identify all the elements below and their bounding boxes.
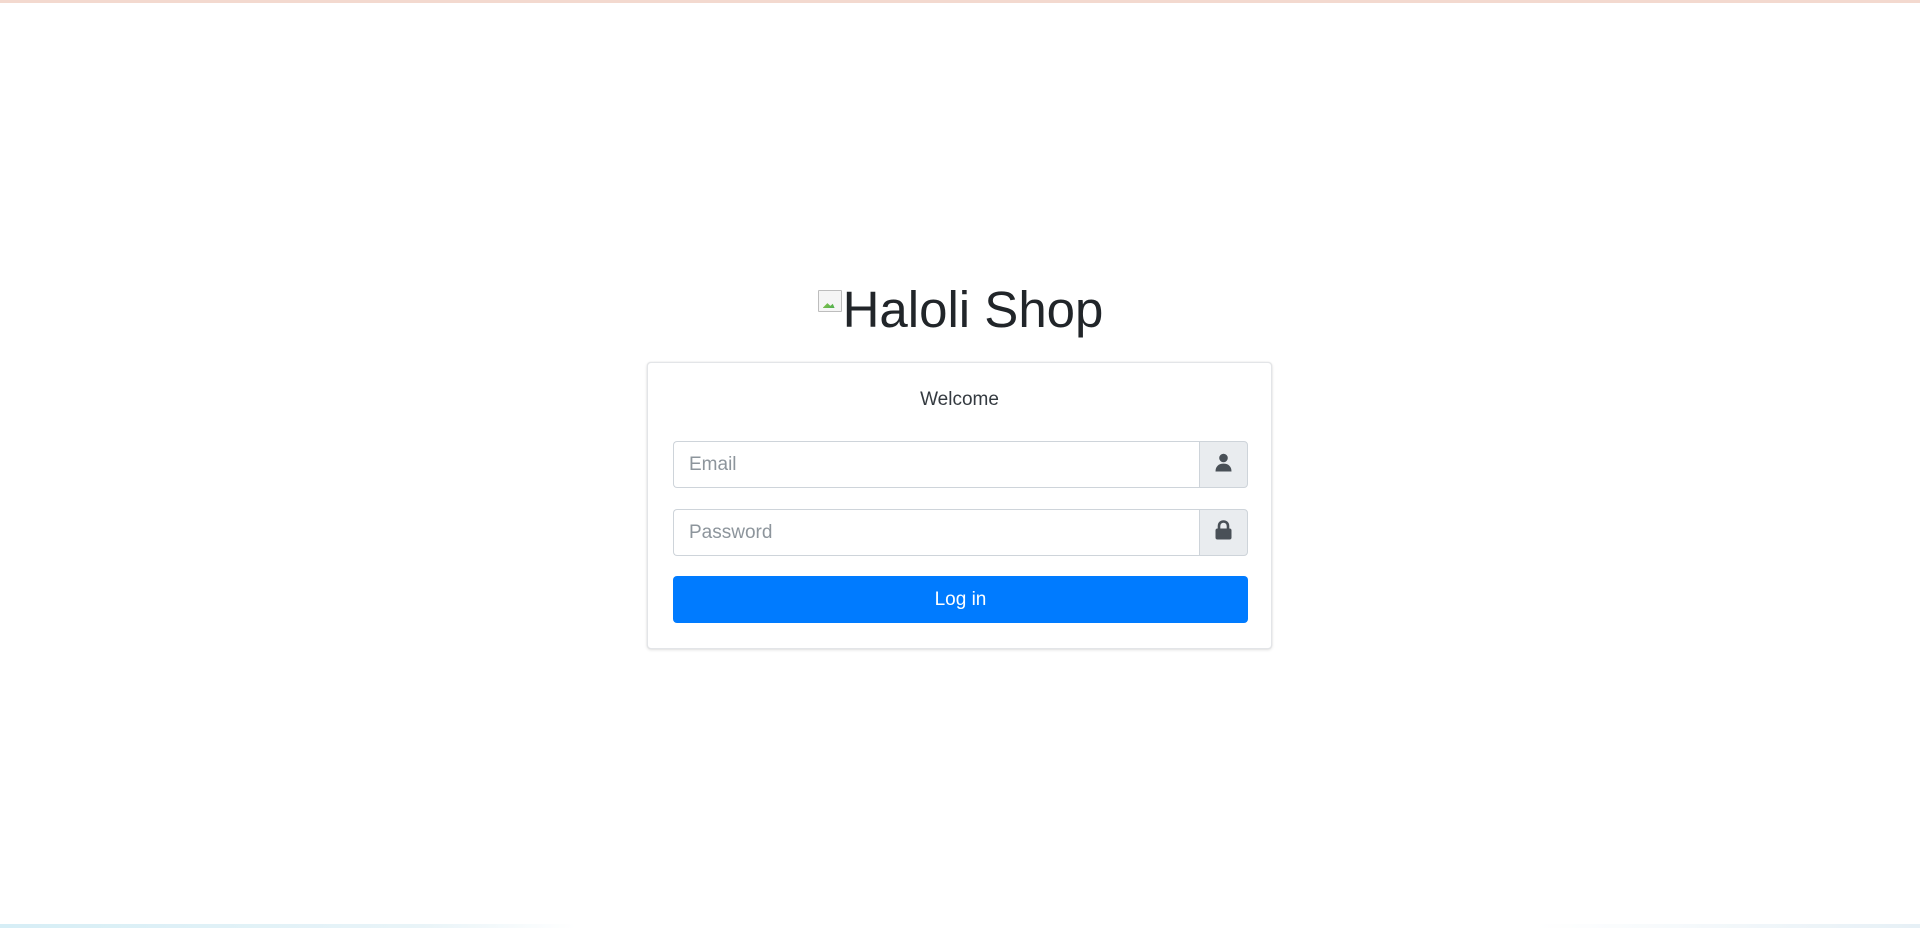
password-field[interactable] (673, 509, 1199, 556)
login-box: Haloli Shop Welcome Email Log in (647, 280, 1274, 649)
login-button[interactable]: Log in (673, 576, 1248, 623)
email-input-group (673, 441, 1248, 488)
lock-icon (1215, 520, 1232, 545)
broken-image-icon (817, 290, 842, 312)
bottom-accent-strip (0, 924, 1920, 928)
user-icon (1215, 453, 1232, 477)
email-addon (1199, 441, 1248, 488)
email-field[interactable] (673, 441, 1199, 488)
top-accent-strip (0, 0, 1920, 3)
brand-title: Haloli Shop (842, 281, 1104, 338)
login-welcome-message: Welcome (920, 389, 999, 410)
password-input-group (673, 509, 1248, 556)
login-card: Welcome Email Log in (647, 362, 1272, 649)
password-addon (1199, 509, 1248, 556)
brand-logo[interactable]: Haloli Shop (647, 280, 1274, 340)
